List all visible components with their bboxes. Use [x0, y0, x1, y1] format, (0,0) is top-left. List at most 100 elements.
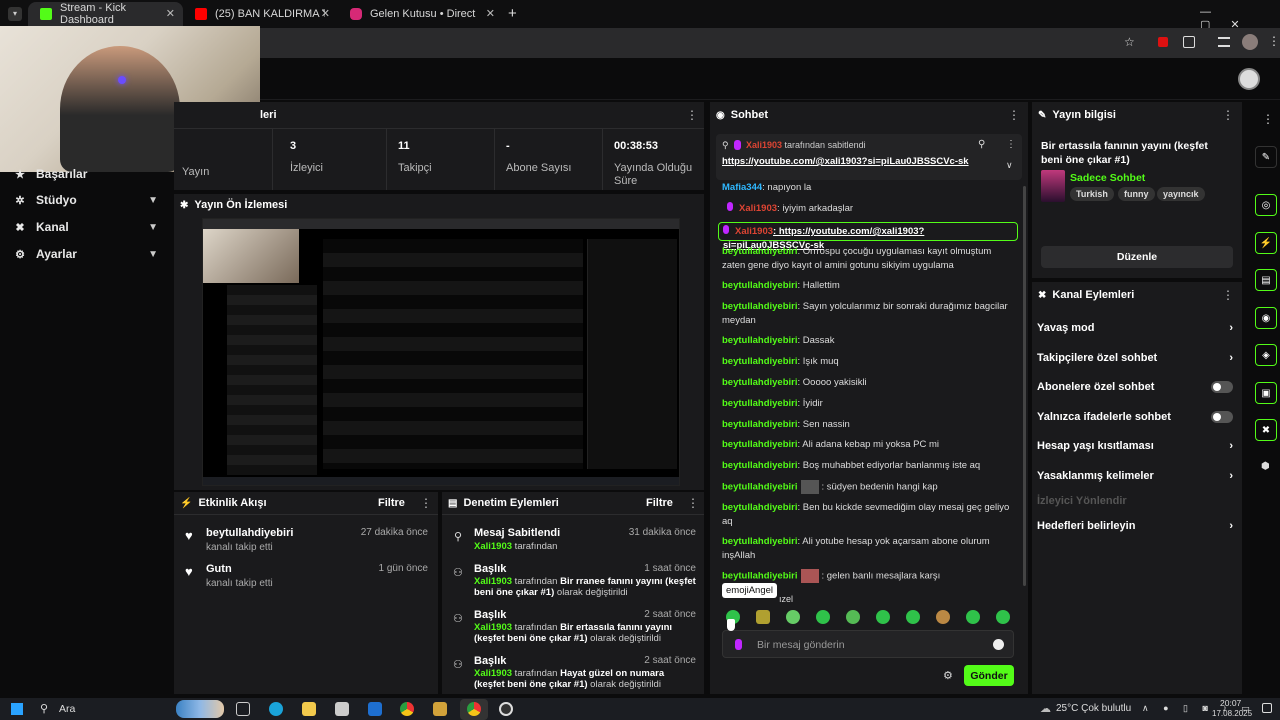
activity-kebab-icon[interactable]: ⋮: [420, 496, 432, 510]
followers-only-row[interactable]: Takipçilere özel sohbet ›: [1037, 349, 1233, 367]
mic-icon: [734, 140, 741, 150]
moderation-filter-button[interactable]: Filtre: [646, 497, 673, 509]
emote-only-toggle[interactable]: [1211, 411, 1233, 423]
emote[interactable]: [876, 610, 890, 624]
emote[interactable]: [756, 610, 770, 624]
rail-bolt-icon[interactable]: ⚡: [1255, 232, 1277, 254]
activity-time: 27 dakika önce: [360, 527, 428, 538]
rail-wrench-icon[interactable]: ✖: [1255, 419, 1277, 441]
send-button[interactable]: Gönder: [964, 665, 1014, 686]
emoji-picker-icon[interactable]: [993, 639, 1004, 650]
instagram-logo-icon: [350, 8, 362, 20]
emote[interactable]: [966, 610, 980, 624]
sidebar-item-basarilar[interactable]: ★ Başarılar: [14, 163, 164, 185]
file-explorer-icon[interactable]: [302, 702, 316, 716]
chat-kebab-icon[interactable]: ⋮: [1008, 108, 1020, 122]
task-view-icon[interactable]: [236, 702, 250, 716]
chrome-icon[interactable]: [400, 702, 414, 716]
stream-preview-video[interactable]: [202, 218, 680, 486]
rail-chat-icon[interactable]: ◉: [1255, 307, 1277, 329]
unpin-icon[interactable]: ⚲: [978, 139, 985, 150]
sidebar-item-ayarlar[interactable]: ⚙ Ayarlar ▼: [14, 243, 164, 265]
rail-pencil-icon[interactable]: ✎: [1255, 146, 1277, 168]
edit-stream-button[interactable]: Düzenle: [1041, 246, 1233, 268]
outlook-icon[interactable]: [368, 702, 382, 716]
studio-icon: ✲: [15, 194, 25, 207]
category-name[interactable]: Sadece Sohbet: [1070, 172, 1145, 184]
tag-pill[interactable]: funny: [1118, 187, 1155, 201]
chat-message: beytullahdiyebiri: Dassak: [722, 335, 835, 346]
chat-scrollbar[interactable]: [1023, 186, 1026, 586]
browser-menu-icon[interactable]: ▾: [8, 7, 22, 21]
slow-mode-row[interactable]: Yavaş mod ›: [1037, 319, 1233, 337]
close-icon[interactable]: ✕: [321, 7, 330, 20]
sidebar-item-kanal[interactable]: ✖ Kanal ▼: [14, 216, 164, 238]
pinned-kebab-icon[interactable]: ⋮: [1006, 139, 1016, 150]
obs-like-icon[interactable]: [433, 702, 447, 716]
extension-icon[interactable]: [1158, 37, 1168, 47]
stream-info-kebab-icon[interactable]: ⋮: [1222, 108, 1234, 122]
activity-filter-button[interactable]: Filtre: [378, 497, 405, 509]
list-icon: ▤: [448, 497, 458, 509]
browser-tab-bar: ▾ Stream - Kick Dashboard ✕ (25) BAN KAL…: [0, 0, 1280, 31]
puzzle-icon[interactable]: [1183, 36, 1195, 48]
stats-kebab-icon[interactable]: ⋮: [686, 108, 698, 122]
sidebar-item-studyo[interactable]: ✲ Stüdyo ▼: [14, 189, 164, 211]
chevron-right-icon: ›: [1229, 440, 1233, 452]
tag-pill[interactable]: yayıncık: [1157, 187, 1205, 201]
rail-camera-icon[interactable]: ◎: [1255, 194, 1277, 216]
close-icon[interactable]: ✕: [486, 7, 495, 20]
chat-settings-icon[interactable]: ⚙: [943, 669, 953, 682]
preview-taskbar: [203, 477, 679, 485]
profile-avatar[interactable]: [1242, 34, 1258, 50]
divider: [174, 514, 438, 515]
emote[interactable]: [846, 610, 860, 624]
new-tab-button[interactable]: +: [508, 5, 517, 22]
chat-message: beytullahdiyebiri: Hallettim: [722, 280, 840, 291]
obs-icon[interactable]: [499, 702, 513, 716]
goals-row[interactable]: Hedefleri belirleyin ›: [1037, 517, 1233, 535]
search-icon[interactable]: ⚲: [40, 702, 48, 715]
start-icon[interactable]: [11, 703, 23, 715]
windows-taskbar: ⚲ Ara ☁ 25°C Çok bulutlu ∧ ● ▯ ◙ ♪ ▭ 20:…: [0, 698, 1280, 720]
bolt-icon: ⚡: [180, 497, 193, 509]
emote[interactable]: [906, 610, 920, 624]
rail-share-icon[interactable]: ⬢: [1261, 461, 1270, 472]
rail-users-icon[interactable]: ▣: [1255, 382, 1277, 404]
chevron-down-icon[interactable]: ∨: [1006, 160, 1013, 171]
star-icon[interactable]: ☆: [1124, 35, 1135, 49]
subscribers-only-toggle[interactable]: [1211, 381, 1233, 393]
pinned-link[interactable]: https://youtube.com/@xali1903?si=piLau0J…: [722, 156, 969, 167]
notification-icon[interactable]: [1262, 703, 1272, 713]
channel-actions-kebab-icon[interactable]: ⋮: [1222, 288, 1234, 302]
tab-list-icon[interactable]: [1218, 37, 1230, 47]
rail-list-icon[interactable]: ▤: [1255, 269, 1277, 291]
taskbar-search[interactable]: Ara: [59, 703, 75, 715]
pin-icon: ⚲: [722, 140, 729, 150]
tab-youtube[interactable]: (25) BAN KALDIRMA TALEPLERİ ✕: [183, 2, 338, 26]
mod-action-detail: Xali1903 tarafından Hayat güzel on numar…: [474, 668, 665, 690]
emote[interactable]: [936, 610, 950, 624]
store-icon[interactable]: [335, 702, 349, 716]
rail-broadcast-icon[interactable]: ◈: [1255, 344, 1277, 366]
search-highlight-image: [176, 700, 224, 718]
emote[interactable]: [996, 610, 1010, 624]
chevron-right-icon: ›: [1229, 352, 1233, 364]
emote[interactable]: [816, 610, 830, 624]
account-age-row[interactable]: Hesap yaşı kısıtlaması ›: [1037, 437, 1233, 455]
banned-words-row[interactable]: Yasaklanmış kelimeler ›: [1037, 467, 1233, 485]
chat-input-box[interactable]: Bir mesaj gönderin: [722, 630, 1014, 658]
pinned-message[interactable]: ⚲ Xali1903 tarafından sabitlendi ⚲ ⋮ htt…: [716, 134, 1022, 180]
tab-kick-dashboard[interactable]: Stream - Kick Dashboard ✕: [28, 2, 183, 26]
close-icon[interactable]: ✕: [166, 7, 175, 20]
tab-instagram[interactable]: Gelen Kutusu • Direct ✕: [338, 2, 503, 26]
moderation-kebab-icon[interactable]: ⋮: [687, 496, 699, 510]
subscriber-label: Abone Sayısı: [506, 162, 572, 174]
emote[interactable]: [786, 610, 800, 624]
chrome-active-icon[interactable]: [460, 699, 488, 720]
tag-pill[interactable]: Turkish: [1070, 187, 1114, 201]
browser-kebab-icon[interactable]: ⋮: [1268, 34, 1280, 48]
edge-icon[interactable]: [269, 702, 283, 716]
user-avatar[interactable]: [1238, 68, 1260, 90]
rail-kebab-icon[interactable]: ⋮: [1262, 112, 1274, 126]
